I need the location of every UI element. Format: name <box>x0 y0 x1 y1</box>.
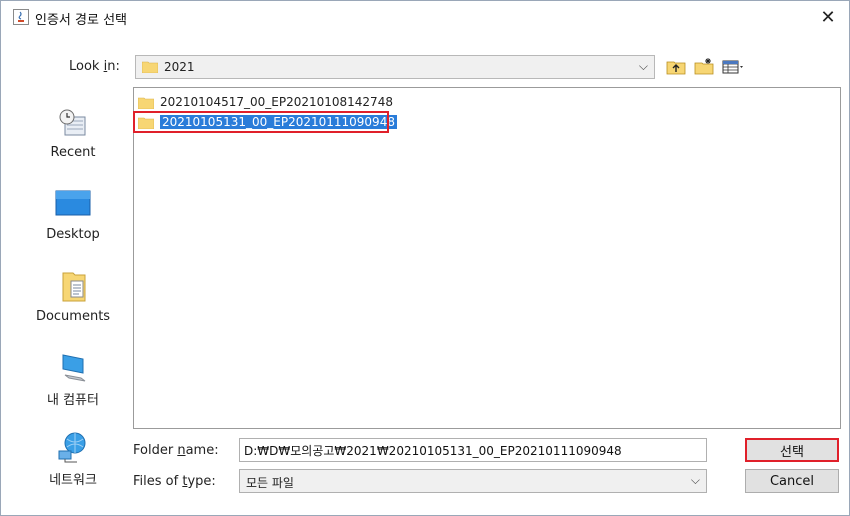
places-network[interactable]: 네트워크 <box>25 429 121 488</box>
places-desktop[interactable]: Desktop <box>25 187 121 242</box>
look-in-combo[interactable]: 2021 ⌵ <box>135 55 655 79</box>
network-icon <box>55 429 91 465</box>
recent-icon <box>55 105 91 141</box>
folder-icon <box>138 117 154 129</box>
file-name: 20210104517_00_EP20210108142748 <box>160 95 393 109</box>
new-folder-icon <box>694 58 714 75</box>
file-list-item-selected[interactable]: 20210105131_00_EP20210111090948 <box>138 112 401 132</box>
places-recent[interactable]: Recent <box>25 105 121 160</box>
files-of-type-label: Files of type: <box>133 474 216 489</box>
folder-name-label: Folder name: <box>133 443 219 458</box>
documents-icon <box>55 269 91 305</box>
new-folder-button[interactable] <box>693 57 715 77</box>
folder-name-label-suffix: ame: <box>185 443 219 458</box>
file-list-item[interactable]: 20210104517_00_EP20210108142748 <box>138 92 397 112</box>
title-bar: 인증서 경로 선택 ✕ <box>1 1 849 33</box>
places-documents-label: Documents <box>35 309 111 324</box>
view-menu-button[interactable] <box>721 57 743 77</box>
files-of-type-label-suffix: ype: <box>187 474 216 489</box>
folder-icon <box>142 61 158 73</box>
cancel-button[interactable]: Cancel <box>745 469 839 493</box>
file-name: 20210105131_00_EP20210111090948 <box>160 115 397 129</box>
details-view-icon <box>722 60 743 74</box>
places-my-computer-label: 내 컴퓨터 <box>47 393 99 408</box>
chevron-down-icon: ⌵ <box>638 59 648 73</box>
files-of-type-label-text: Files of <box>133 474 183 489</box>
places-my-computer[interactable]: 내 컴퓨터 <box>25 349 121 408</box>
places-documents[interactable]: Documents <box>25 269 121 324</box>
files-of-type-value: 모든 파일 <box>246 476 294 490</box>
select-button[interactable]: 선택 <box>745 438 839 462</box>
places-recent-label: Recent <box>50 145 96 160</box>
chevron-down-icon: ⌵ <box>690 473 700 487</box>
file-chooser-dialog: 인증서 경로 선택 ✕ Look in: 2021 ⌵ Recent Deskt… <box>0 0 850 516</box>
places-network-label: 네트워크 <box>49 473 97 488</box>
folder-icon <box>138 97 154 109</box>
window-title: 인증서 경로 선택 <box>35 13 127 28</box>
places-desktop-label: Desktop <box>46 227 100 242</box>
files-of-type-combo[interactable]: 모든 파일 ⌵ <box>239 469 707 493</box>
look-in-value: 2021 <box>164 60 195 74</box>
close-icon: ✕ <box>820 6 836 28</box>
look-in-label-suffix: n: <box>107 59 120 74</box>
toolbar <box>665 57 743 77</box>
file-list[interactable]: 20210104517_00_EP20210108142748 20210105… <box>133 87 841 429</box>
desktop-icon <box>55 187 91 223</box>
up-one-level-button[interactable] <box>665 57 687 77</box>
look-in-label: Look in: <box>69 59 120 74</box>
look-in-label-text: Look <box>69 59 104 74</box>
computer-icon <box>55 349 91 385</box>
close-button[interactable]: ✕ <box>807 1 849 33</box>
folder-name-label-mnemonic: n <box>177 443 186 458</box>
folder-name-label-text: Folder <box>133 443 178 458</box>
places-bar: Recent Desktop Documents 내 컴퓨터 네트워크 <box>25 89 121 499</box>
folder-name-input[interactable] <box>239 438 707 462</box>
up-folder-icon <box>666 61 686 75</box>
java-app-icon <box>13 9 29 25</box>
